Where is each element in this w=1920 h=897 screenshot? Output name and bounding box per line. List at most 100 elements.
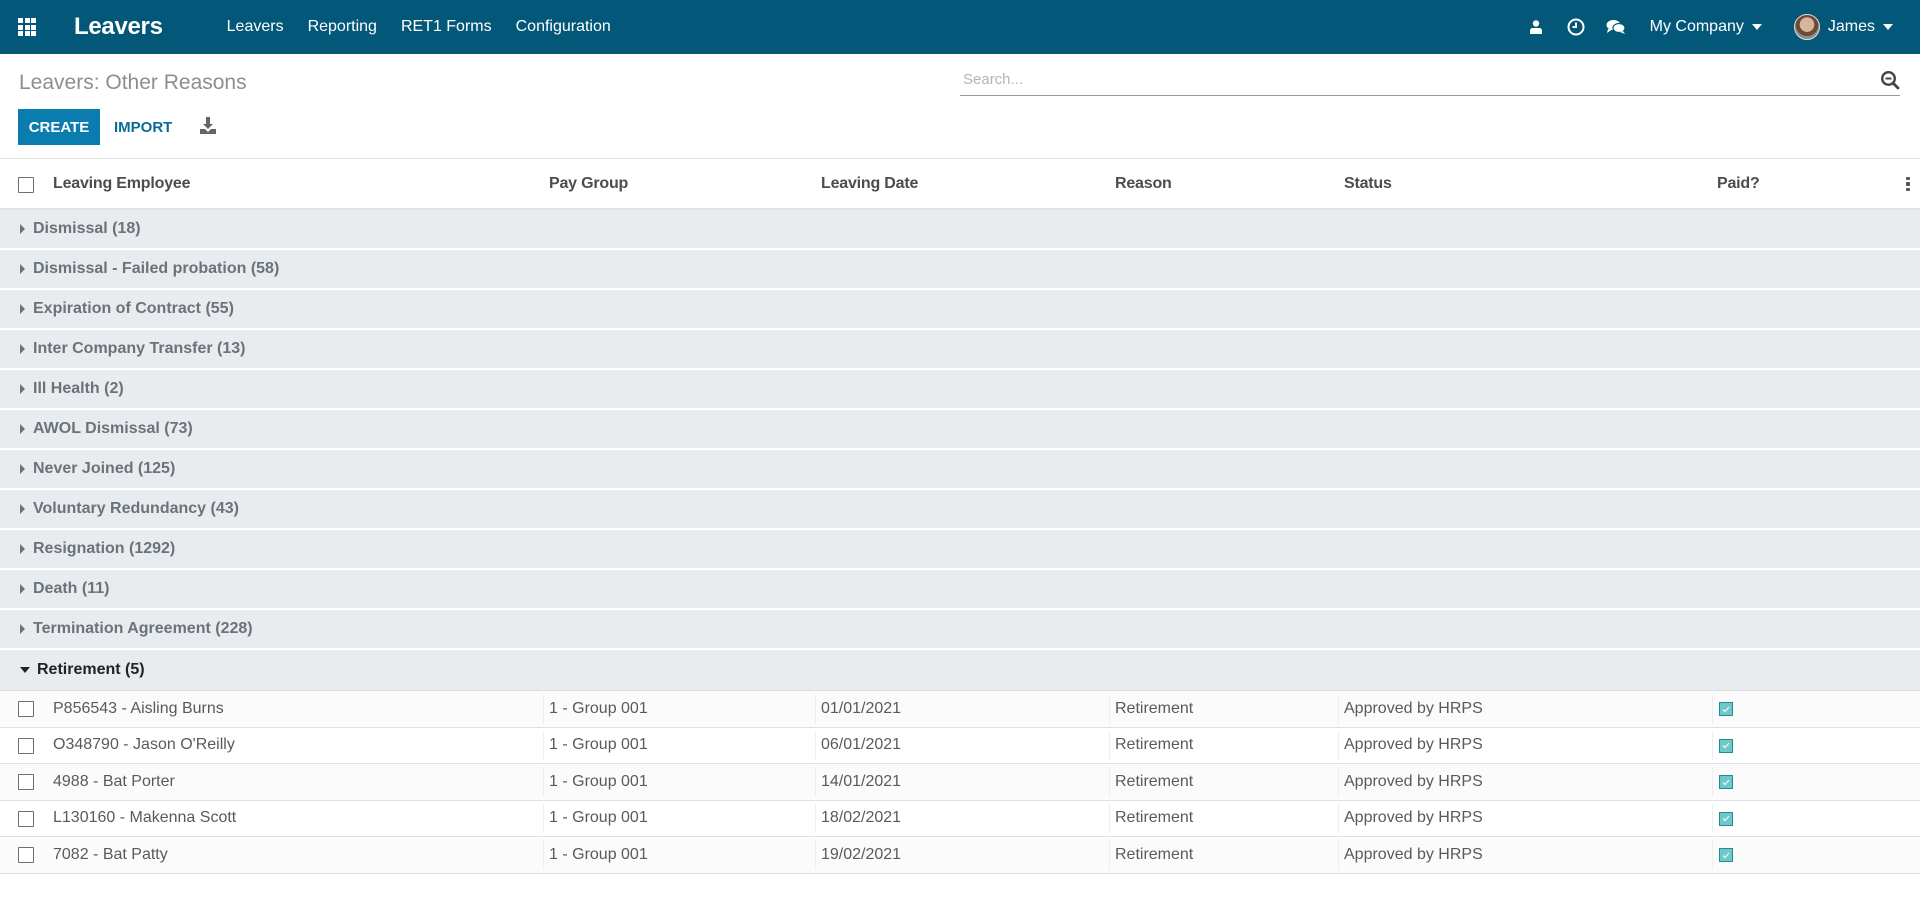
import-button[interactable]: IMPORT <box>114 109 172 145</box>
group-label: Ill Health (2) <box>12 380 124 398</box>
group-label: Never Joined (125) <box>12 460 175 478</box>
record-rows: P856543 - Aisling Burns 1 - Group 001 01/0… <box>0 691 1920 874</box>
menu-item-ret1-forms[interactable]: RET1 Forms <box>401 18 492 36</box>
row-select-checkbox[interactable] <box>18 737 34 759</box>
cell-status: Approved by HRPS <box>1344 699 1483 717</box>
apps-grid-icon[interactable] <box>18 18 38 36</box>
cell-pay-group: 1 - Group 001 <box>549 809 648 827</box>
user-name: James <box>1827 18 1875 35</box>
group-row[interactable]: Ill Health (2) <box>0 370 1920 410</box>
column-separator <box>1712 803 1713 833</box>
group-row[interactable]: AWOL Dismissal (73) <box>0 410 1920 450</box>
column-separator <box>1109 803 1110 833</box>
group-label: Termination Agreement (228) <box>12 620 253 638</box>
column-header-paid[interactable]: Paid? <box>1717 175 1760 193</box>
user-menu[interactable]: James <box>1793 14 1893 40</box>
row-select-checkbox[interactable] <box>18 847 34 868</box>
column-header-leaving-date[interactable]: Leaving Date <box>821 175 918 193</box>
main-menu: Leavers Reporting RET1 Forms Configurati… <box>227 18 635 36</box>
table-row[interactable]: L130160 - Makenna Scott 1 - Group 001 18/0… <box>0 800 1920 837</box>
group-title: Death (11) <box>33 580 110 597</box>
column-separator <box>815 730 816 760</box>
caret-right-icon <box>20 544 25 554</box>
control-panel: Leavers: Other Reasons CREATE IMPORT Fil… <box>0 54 1920 189</box>
cell-status: Approved by HRPS <box>1344 845 1483 863</box>
menu-item-reporting[interactable]: Reporting <box>308 18 377 36</box>
checkmark-icon <box>1722 852 1730 858</box>
cell-leaving-employee: L130160 - Makenna Scott <box>53 809 237 827</box>
caret-right-icon <box>20 264 25 274</box>
search-icon[interactable] <box>1880 70 1900 90</box>
select-all-checkbox[interactable] <box>18 177 34 193</box>
group-title: Voluntary Redundancy (43) <box>33 500 239 517</box>
leavers-list-table: Leaving Employee Pay Group Leaving Date … <box>0 160 1920 874</box>
optional-columns-icon[interactable] <box>1906 176 1910 192</box>
column-separator <box>1712 840 1713 870</box>
cell-pay-group: 1 - Group 001 <box>549 736 648 754</box>
column-header-pay-group[interactable]: Pay Group <box>549 175 628 193</box>
group-title: Expiration of Contract (55) <box>33 300 234 317</box>
company-switcher[interactable]: My Company <box>1650 18 1762 36</box>
group-label: Inter Company Transfer (13) <box>12 340 246 358</box>
paid-checkbox-checked <box>1719 811 1733 826</box>
cell-leaving-date: 19/02/2021 <box>821 845 902 863</box>
column-separator <box>543 840 544 870</box>
cell-leaving-date: 01/01/2021 <box>821 699 902 717</box>
group-title: AWOL Dismissal (73) <box>33 420 193 437</box>
group-title: Dismissal - Failed probation (58) <box>33 260 280 277</box>
table-row[interactable]: 7082 - Bat Patty 1 - Group 001 19/02/2021 R… <box>0 837 1920 874</box>
column-separator <box>1109 767 1110 797</box>
group-row[interactable]: Inter Company Transfer (13) <box>0 330 1920 370</box>
group-row[interactable]: Voluntary Redundancy (43) <box>0 490 1920 530</box>
group-row[interactable]: Death (11) <box>0 570 1920 610</box>
group-label: Death (11) <box>12 580 109 598</box>
caret-right-icon <box>20 344 25 354</box>
group-row[interactable]: Dismissal - Failed probation (58) <box>0 250 1920 290</box>
user-icon[interactable] <box>1526 17 1546 37</box>
table-row[interactable]: P856543 - Aisling Burns 1 - Group 001 01/0… <box>0 691 1920 728</box>
group-row[interactable]: Dismissal (18) <box>0 210 1920 250</box>
app-brand[interactable]: Leavers <box>74 13 163 41</box>
download-icon[interactable] <box>200 117 216 135</box>
table-row[interactable]: 4988 - Bat Porter 1 - Group 001 14/01/2021… <box>0 764 1920 801</box>
group-title: Never Joined (125) <box>33 460 176 477</box>
column-separator <box>1338 840 1339 870</box>
row-select-checkbox[interactable] <box>18 810 34 832</box>
group-row[interactable]: Retirement (5) <box>0 650 1920 691</box>
table-row[interactable]: O348790 - Jason O'Reilly 1 - Group 001 06/… <box>0 727 1920 764</box>
chevron-down-icon <box>1751 24 1762 30</box>
search-input[interactable] <box>960 71 1880 88</box>
row-select-checkbox[interactable] <box>18 701 34 722</box>
group-label: Dismissal (18) <box>12 220 141 238</box>
cell-leaving-employee: 4988 - Bat Porter <box>53 772 175 790</box>
cell-leaving-date: 18/02/2021 <box>821 809 902 827</box>
group-row[interactable]: Never Joined (125) <box>0 450 1920 490</box>
paid-checkbox-checked <box>1719 702 1733 716</box>
navbar-systray: My Company James <box>1526 0 1920 54</box>
column-separator <box>1712 730 1713 760</box>
group-row[interactable]: Termination Agreement (228) <box>0 610 1920 650</box>
caret-right-icon <box>20 584 25 594</box>
column-separator <box>1338 767 1339 797</box>
menu-item-configuration[interactable]: Configuration <box>516 18 611 36</box>
paid-checkbox-checked <box>1719 738 1733 753</box>
clock-icon[interactable] <box>1566 17 1586 37</box>
caret-right-icon <box>20 504 25 514</box>
cell-reason: Retirement <box>1115 736 1194 754</box>
cell-reason: Retirement <box>1115 699 1194 717</box>
menu-item-leavers[interactable]: Leavers <box>227 18 284 36</box>
column-header-leaving-employee[interactable]: Leaving Employee <box>53 175 190 193</box>
column-separator <box>543 730 544 760</box>
group-list: Dismissal (18) Dismissal - Failed probat… <box>0 210 1920 691</box>
group-label: Resignation (1292) <box>12 540 175 558</box>
column-header-status[interactable]: Status <box>1344 175 1392 193</box>
chat-icon[interactable] <box>1606 17 1626 37</box>
column-header-reason[interactable]: Reason <box>1115 175 1172 193</box>
group-row[interactable]: Expiration of Contract (55) <box>0 290 1920 330</box>
cell-paid <box>1719 738 1733 753</box>
group-row[interactable]: Resignation (1292) <box>0 530 1920 570</box>
cell-leaving-employee: 7082 - Bat Patty <box>53 845 168 863</box>
row-select-checkbox[interactable] <box>18 774 34 795</box>
avatar <box>1793 14 1820 40</box>
create-button[interactable]: CREATE <box>18 109 100 145</box>
